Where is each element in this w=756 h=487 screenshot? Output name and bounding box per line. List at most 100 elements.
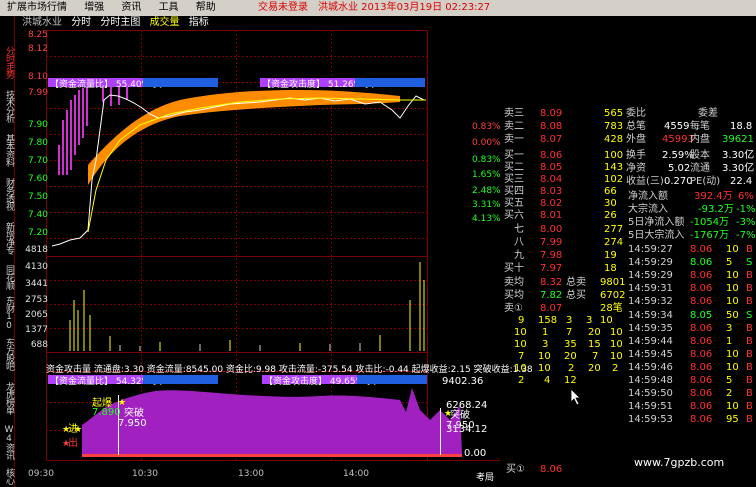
tick-direction: B (746, 361, 753, 373)
tick-direction: B (746, 322, 753, 334)
pct-label-2: 0.83% (472, 155, 501, 165)
tick-direction: B (746, 388, 753, 400)
buy-2-label: 买二 (504, 162, 524, 173)
total-buy-label: 总买 (566, 290, 586, 301)
buy-9-vol: 19 (604, 250, 617, 261)
tick-volume: 2 (726, 388, 733, 400)
tick-volume: 95 (726, 414, 739, 426)
tick-time: 14:59:46 (628, 361, 673, 373)
queue-cell: 20 (588, 363, 601, 374)
info-capital-label: 股本 (690, 150, 710, 161)
tick-time: 14:59:27 (628, 244, 673, 255)
buy-10-price[interactable]: 7.97 (540, 263, 562, 275)
buy-9-price[interactable]: 7.98 (540, 250, 562, 262)
tick-time: 14:59:44 (628, 335, 673, 347)
tick-volume: 3 (726, 322, 733, 334)
vol-label-1: 3441 (25, 279, 48, 289)
avg-buy-price: 7.82 (540, 290, 563, 301)
tick-volume: 5 (726, 375, 733, 386)
queue-cell: 10 (610, 327, 623, 338)
buy-2-price[interactable]: 8.05 (540, 162, 562, 174)
tick-time: 14:59:50 (628, 388, 673, 400)
price-label-6: 7.70 (27, 156, 48, 166)
tick-time: 14:59:48 (628, 375, 673, 386)
tick-time: 14:59:34 (628, 309, 673, 321)
queue-cell: 20 (564, 351, 577, 362)
buy-4-price[interactable]: 8.03 (540, 186, 562, 198)
tick-price: 8.06 (690, 401, 713, 413)
tick-price: 8.06 (690, 375, 713, 386)
tick-price: 8.05 (690, 309, 713, 321)
info-per-trade-label: 每笔 (690, 121, 710, 132)
tick-price: 8.06 (690, 257, 713, 269)
queue-cell: 35 (564, 339, 577, 350)
sell-3-price[interactable]: 8.09 (540, 108, 562, 120)
info-inner-label: 内盘 (690, 134, 710, 145)
tick-direction: B (746, 270, 753, 282)
queue-cell: 7 (592, 351, 599, 362)
queue-cell: 15 (588, 339, 601, 350)
info-total-trades: 4559 (664, 121, 690, 132)
sell1b-vol: 28笔 (600, 303, 623, 314)
pct-label-0: 0.83% (472, 122, 501, 132)
tick-time: 14:59:45 (628, 348, 673, 360)
flow-net-value: 392.4万 (694, 191, 733, 202)
tick-price: 8.06 (690, 283, 713, 295)
sell-1-price[interactable]: 8.07 (540, 134, 562, 146)
tick-time: 14:59:53 (628, 414, 673, 426)
queue-cell: 1 (542, 327, 549, 338)
watermark: www.7gpzb.com (634, 456, 725, 469)
flow-net-label: 净流入额 (628, 191, 668, 202)
queue-cell: 10 (600, 315, 613, 326)
buy-2-vol: 143 (604, 162, 624, 173)
buy-3-price[interactable]: 8.04 (540, 174, 562, 186)
buy-7-price[interactable]: 8.00 (540, 224, 562, 236)
flow-5d-net-value: -1054万 (690, 217, 730, 228)
vol-label-4: 1377 (25, 325, 48, 335)
sub-legend-attack-degree: 【资金攻击度】 49.65% 买 (262, 375, 377, 387)
tick-direction: B (746, 296, 753, 308)
average-line (87, 97, 426, 233)
time-label-1400: 14:00 (343, 469, 369, 479)
sub-legend-attack-degree-blue (357, 375, 427, 384)
time-label-end: 考局 (476, 473, 495, 483)
price-label-11: 4818 (25, 245, 48, 255)
buy-8-vol: 274 (604, 237, 624, 248)
queue-cell: 10 (514, 363, 527, 374)
sell1b-price: 8.07 (540, 303, 563, 314)
pct-label-5: 3.31% (472, 200, 501, 210)
buy-5-vol: 30 (604, 198, 617, 209)
tick-price: 8.06 (690, 388, 713, 400)
sell-3-vol: 565 (604, 108, 624, 119)
sell-1-vol: 428 (604, 134, 624, 145)
buy-9-label: 九 (514, 250, 524, 261)
avg-sell-price: 8.32 (540, 277, 563, 288)
buy-5-price[interactable]: 8.02 (540, 198, 562, 210)
vol-label-0: 4130 (25, 262, 48, 272)
tick-volume: 5 (726, 257, 733, 269)
queue-cell: 2 (612, 363, 619, 374)
flow-block-pct: -1% (736, 204, 756, 215)
volume-bars-small (119, 343, 361, 351)
info-pe: 22.4 (730, 176, 753, 187)
sub-legend-flow-ratio-blue (143, 375, 218, 384)
buy-7-vol: 277 (604, 224, 624, 235)
sub-label-0: 9402.36 (442, 376, 484, 387)
sell-2-vol: 783 (604, 121, 624, 132)
sell-2-price[interactable]: 8.08 (540, 121, 562, 133)
tick-direction: B (746, 401, 753, 413)
sub-label-3: 0.00 (464, 448, 487, 459)
tick-price: 8.06 (690, 348, 713, 360)
buy-3-vol: 102 (604, 174, 624, 185)
queue-cell: 10 (610, 351, 623, 362)
buy-3-label: 买三 (504, 174, 524, 185)
tick-price: 8.06 (690, 296, 713, 308)
buy-8-price[interactable]: 7.99 (540, 237, 562, 249)
annot-breakout-2-price: 7.950 (446, 420, 475, 431)
flow-5d-block-label: 5日大宗流入 (628, 230, 685, 241)
tick-time: 14:59:35 (628, 322, 673, 334)
total-sell-label: 总卖 (566, 277, 586, 288)
buy-6-price[interactable]: 8.01 (540, 210, 562, 222)
buy-1-price[interactable]: 8.06 (540, 150, 562, 162)
price-label-8: 7.50 (27, 192, 48, 202)
